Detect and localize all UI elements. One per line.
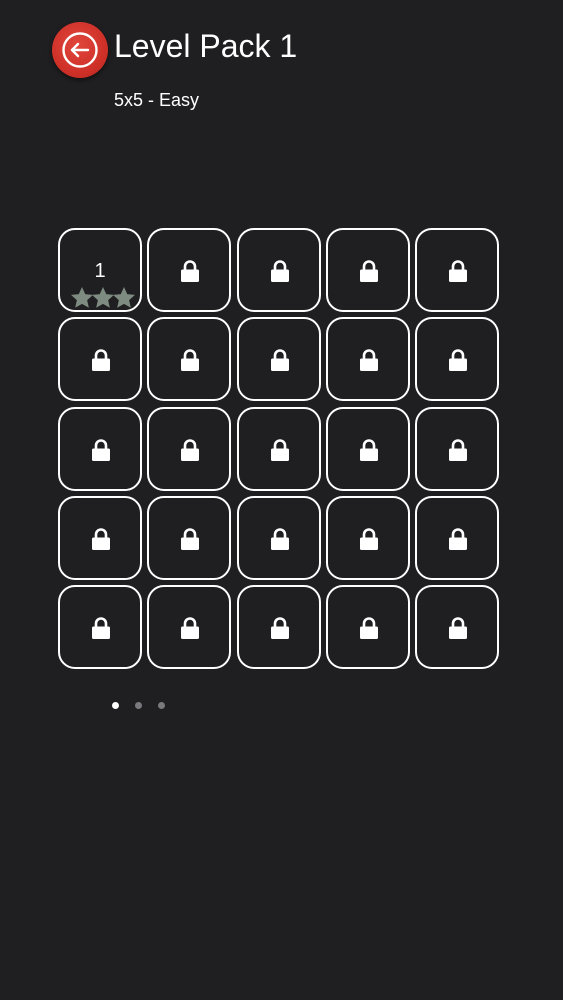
lock-icon [449, 438, 467, 461]
lock-icon [359, 617, 378, 639]
lock-icon [92, 617, 110, 639]
level-tile-locked[interactable] [58, 495, 142, 580]
level-tile-locked[interactable] [415, 495, 499, 580]
level-tile-locked[interactable] [147, 585, 232, 669]
lock-icon [92, 438, 110, 461]
level-tile-locked[interactable] [58, 406, 142, 491]
lock-icon [181, 528, 200, 550]
page-subtitle: 5x5 - Easy [114, 90, 200, 110]
lock-icon [92, 349, 110, 372]
lock-icon [270, 617, 289, 639]
level-tile-locked[interactable] [147, 406, 232, 491]
star-rating [70, 286, 136, 310]
lock-icon [449, 260, 467, 282]
lock-icon [181, 617, 200, 639]
level-tile-locked[interactable] [415, 406, 499, 491]
level-tile[interactable]: 1 [58, 228, 142, 312]
level-tile-locked[interactable] [325, 495, 410, 580]
lock-icon [270, 528, 289, 550]
page-dot[interactable] [112, 702, 119, 709]
level-tile-locked[interactable] [58, 585, 142, 669]
level-tile-locked[interactable] [236, 317, 321, 402]
arrow-left-circle-icon [62, 32, 98, 68]
level-tile-locked[interactable] [147, 495, 232, 580]
lock-icon [92, 528, 110, 550]
page-title: Level Pack 1 [114, 28, 298, 64]
back-button[interactable] [52, 22, 108, 78]
level-tile-locked[interactable] [415, 228, 499, 312]
level-tile-locked[interactable] [147, 228, 232, 312]
page-dot[interactable] [135, 702, 142, 709]
star-icon [113, 286, 135, 308]
lock-icon [359, 260, 378, 282]
level-tile-locked[interactable] [236, 406, 321, 491]
level-tile-locked[interactable] [325, 228, 410, 312]
level-tile-locked[interactable] [58, 317, 142, 402]
level-tile-locked[interactable] [147, 317, 232, 402]
lock-icon [181, 260, 200, 282]
level-number: 1 [94, 260, 106, 282]
level-tile-locked[interactable] [415, 317, 499, 402]
level-tile-locked[interactable] [325, 585, 410, 669]
level-tile-locked[interactable] [325, 406, 410, 491]
lock-icon [270, 349, 289, 372]
lock-icon [359, 349, 378, 372]
lock-icon [270, 438, 289, 461]
lock-icon [270, 260, 289, 282]
lock-icon [449, 349, 467, 372]
lock-icon [359, 438, 378, 461]
page-indicator [112, 702, 176, 714]
lock-icon [359, 528, 378, 550]
lock-icon [181, 349, 200, 372]
level-tile-locked[interactable] [236, 228, 321, 312]
lock-icon [449, 617, 467, 639]
level-grid: 1 [58, 228, 503, 671]
page-dot[interactable] [158, 702, 165, 709]
lock-icon [181, 438, 200, 461]
level-tile-locked[interactable] [325, 317, 410, 402]
level-tile-locked[interactable] [236, 495, 321, 580]
level-tile-locked[interactable] [236, 585, 321, 669]
lock-icon [449, 528, 467, 550]
level-tile-locked[interactable] [415, 585, 499, 669]
